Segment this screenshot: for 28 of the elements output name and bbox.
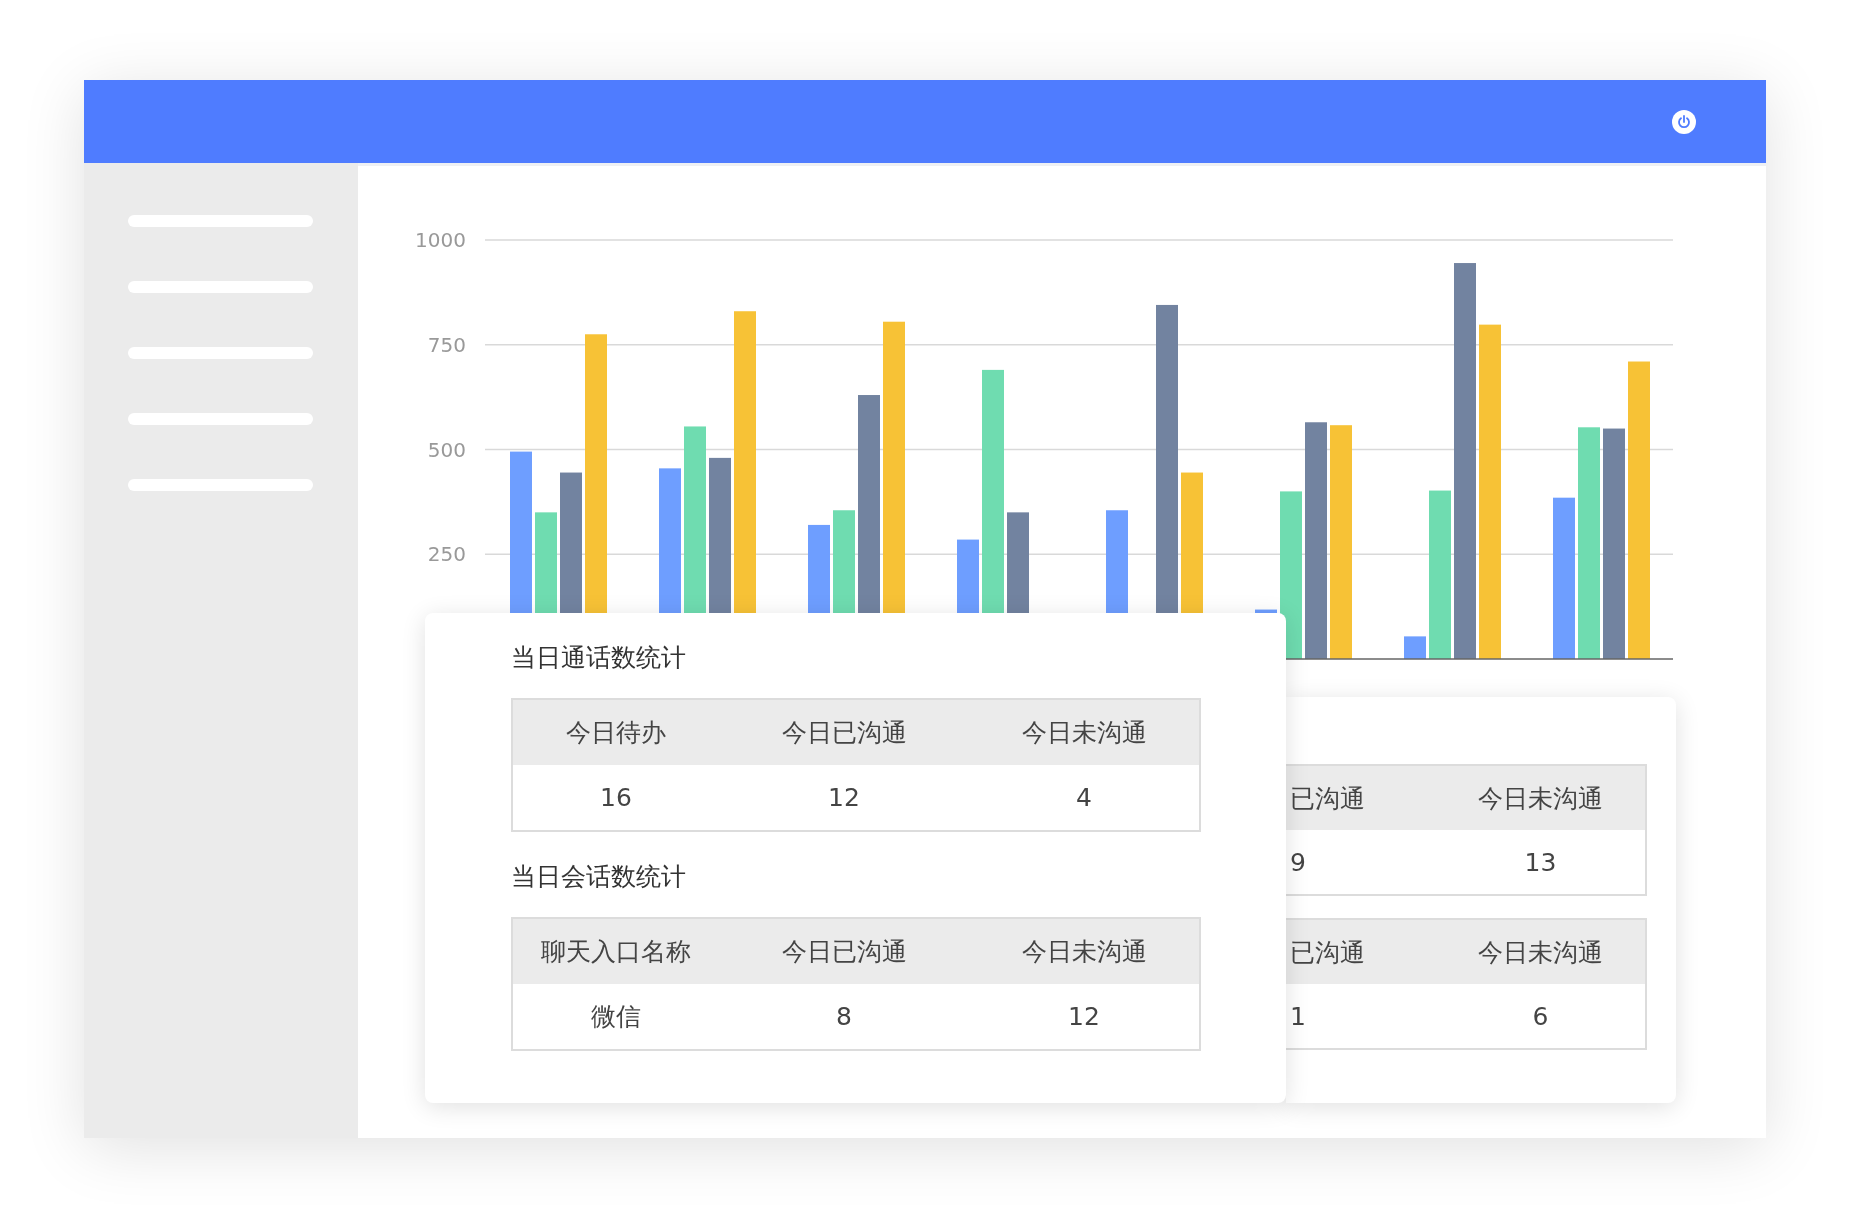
column-header: 已沟通	[1289, 782, 1366, 815]
table-cell-text: 12	[827, 783, 861, 812]
table-cell-text: 8	[835, 1002, 853, 1031]
column-header: 已沟通	[1289, 936, 1366, 969]
table-cell-text: 12	[1067, 1002, 1101, 1031]
column-header: 今日未沟通	[1477, 936, 1604, 969]
table-cell-text: 13	[1523, 847, 1558, 877]
column-header: 聊天入口名称	[540, 936, 692, 968]
column-header: 今日未沟通	[1020, 717, 1148, 749]
column-header: 今日未沟通	[1020, 936, 1148, 968]
table-cell-text: 9	[1289, 847, 1307, 877]
section-title: 当日通话数统计	[511, 642, 687, 674]
axis-label: 250	[427, 542, 466, 567]
bar	[1404, 636, 1426, 659]
table-cell-text: 微信	[590, 1001, 642, 1033]
axis-label: 750	[427, 332, 466, 357]
table-cell-text: 4	[1075, 783, 1093, 812]
axis-label: 500	[427, 437, 466, 462]
column-header: 今日已沟通	[780, 936, 908, 968]
axis-label: 1000	[415, 228, 466, 252]
column-header: 今日已沟通	[780, 717, 908, 749]
column-header: 今日待办	[565, 717, 667, 749]
column-header: 今日未沟通	[1477, 782, 1604, 815]
power-icon[interactable]	[1672, 109, 1696, 134]
table-cell-text: 6	[1531, 1001, 1550, 1031]
table-cell-text: 1	[1289, 1001, 1307, 1031]
section-title: 当日会话数统计	[511, 861, 687, 893]
table-cell-text: 16	[599, 783, 633, 812]
